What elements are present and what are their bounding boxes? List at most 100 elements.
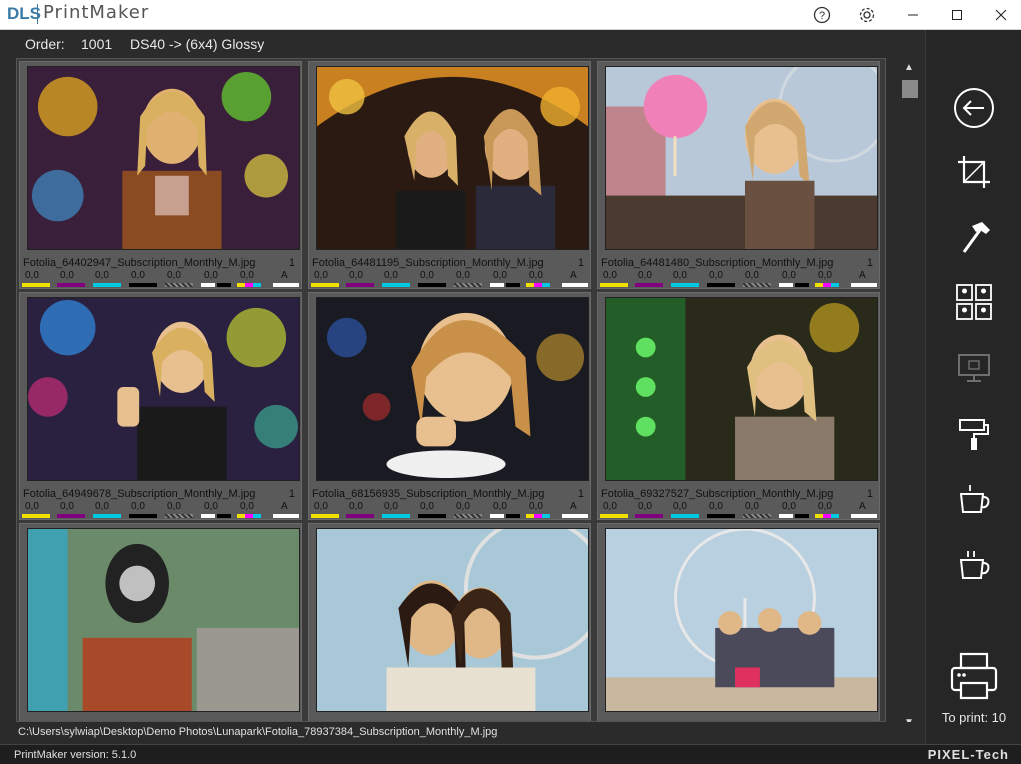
coffee-cup-steam-icon[interactable] <box>950 542 998 590</box>
magenta-bar <box>534 283 542 287</box>
contrast-bar <box>165 514 193 518</box>
contrast-bar <box>743 514 771 518</box>
photo-cell[interactable] <box>308 523 591 721</box>
correction-value[interactable]: 0,0 <box>745 501 759 512</box>
photo-quantity[interactable]: 1 <box>289 488 295 500</box>
correction-auto[interactable]: A <box>281 501 288 512</box>
correction-value[interactable]: 0,0 <box>456 501 470 512</box>
photo-thumbnail[interactable] <box>605 528 878 712</box>
correction-value[interactable]: 0,0 <box>603 501 617 512</box>
photo-filename: Fotolia_64402947_Subscription_Monthly_M.… <box>23 257 256 269</box>
correction-value[interactable]: 0,0 <box>25 270 39 281</box>
correction-value[interactable]: 0,0 <box>529 501 543 512</box>
photo-thumbnail[interactable] <box>27 66 300 250</box>
photo-quantity[interactable]: 1 <box>578 488 584 500</box>
correction-auto[interactable]: A <box>281 270 288 281</box>
correction-value[interactable]: 0,0 <box>709 501 723 512</box>
help-icon[interactable]: ? <box>808 0 836 30</box>
correction-value[interactable]: 0,0 <box>709 270 723 281</box>
yellow-bar <box>22 283 50 287</box>
correction-value[interactable]: 0,0 <box>60 270 74 281</box>
photo-cell[interactable]: Fotolia_64402947_Subscription_Monthly_M.… <box>19 61 302 289</box>
cyan-bar <box>671 283 699 287</box>
photo-thumbnail[interactable] <box>316 297 589 481</box>
correction-value[interactable]: 0,0 <box>818 270 832 281</box>
correction-value[interactable]: 0,0 <box>782 270 796 281</box>
correction-values: 0,0 0,0 0,0 0,0 0,0 0,0 0,0 A <box>598 501 879 513</box>
correction-value[interactable]: 0,0 <box>603 270 617 281</box>
correction-value[interactable]: 0,0 <box>493 270 507 281</box>
photo-thumbnail[interactable] <box>27 528 300 712</box>
correction-value[interactable]: 0,0 <box>240 270 254 281</box>
correction-value[interactable]: 0,0 <box>384 501 398 512</box>
correction-value[interactable]: 0,0 <box>493 501 507 512</box>
correction-value[interactable]: 0,0 <box>240 501 254 512</box>
photo-layout-icon[interactable] <box>950 278 998 326</box>
svg-text:?: ? <box>819 10 825 22</box>
correction-value[interactable]: 0,0 <box>638 270 652 281</box>
correction-value[interactable]: 0,0 <box>167 270 181 281</box>
hammer-icon[interactable] <box>950 214 998 262</box>
correction-value[interactable]: 0,0 <box>673 270 687 281</box>
photo-cell[interactable] <box>19 523 302 721</box>
photo-quantity[interactable]: 1 <box>578 257 584 269</box>
photo-cell[interactable]: Fotolia_69327527_Subscription_Monthly_M.… <box>597 292 880 520</box>
photo-thumbnail[interactable] <box>605 66 878 250</box>
photo-cell[interactable]: Fotolia_64481480_Subscription_Monthly_M.… <box>597 61 880 289</box>
back-arrow-icon[interactable] <box>950 84 998 132</box>
correction-value[interactable]: 0,0 <box>420 501 434 512</box>
correction-auto[interactable]: A <box>859 501 866 512</box>
correction-auto[interactable]: A <box>570 501 577 512</box>
gear-icon[interactable] <box>853 0 881 30</box>
cyan-bar <box>93 514 121 518</box>
magenta-bar <box>635 514 663 518</box>
correction-value[interactable]: 0,0 <box>384 270 398 281</box>
correction-value[interactable]: 0,0 <box>314 270 328 281</box>
paint-roller-icon[interactable] <box>950 410 998 458</box>
photo-grid[interactable]: Fotolia_64402947_Subscription_Monthly_M.… <box>16 58 886 722</box>
photo-thumbnail[interactable] <box>27 297 300 481</box>
correction-value[interactable]: 0,0 <box>349 270 363 281</box>
correction-value[interactable]: 0,0 <box>673 501 687 512</box>
contrast-bar <box>454 514 482 518</box>
photo-cell[interactable]: Fotolia_64481195_Subscription_Monthly_M.… <box>308 61 591 289</box>
photo-quantity[interactable]: 1 <box>867 488 873 500</box>
correction-value[interactable]: 0,0 <box>745 270 759 281</box>
photo-thumbnail[interactable] <box>605 297 878 481</box>
maximize-icon[interactable] <box>942 0 972 30</box>
correction-value[interactable]: 0,0 <box>204 270 218 281</box>
crop-icon[interactable] <box>950 148 998 196</box>
correction-value[interactable]: 0,0 <box>25 501 39 512</box>
correction-auto[interactable]: A <box>859 270 866 281</box>
correction-value[interactable]: 0,0 <box>456 270 470 281</box>
correction-value[interactable]: 0,0 <box>314 501 328 512</box>
photo-cell[interactable]: Fotolia_64949678_Subscription_Monthly_M.… <box>19 292 302 520</box>
correction-value[interactable]: 0,0 <box>95 501 109 512</box>
close-icon[interactable] <box>986 0 1016 30</box>
scroll-up-arrow[interactable]: ▲ <box>904 62 914 73</box>
correction-value[interactable]: 0,0 <box>95 270 109 281</box>
photo-thumbnail[interactable] <box>316 66 589 250</box>
correction-value[interactable]: 0,0 <box>204 501 218 512</box>
correction-value[interactable]: 0,0 <box>818 501 832 512</box>
correction-value[interactable]: 0,0 <box>60 501 74 512</box>
correction-value[interactable]: 0,0 <box>638 501 652 512</box>
correction-auto[interactable]: A <box>570 270 577 281</box>
photo-cell[interactable]: Fotolia_68156935_Subscription_Monthly_M.… <box>308 292 591 520</box>
correction-value[interactable]: 0,0 <box>349 501 363 512</box>
photo-quantity[interactable]: 1 <box>867 257 873 269</box>
printer-icon[interactable] <box>948 650 1000 702</box>
coffee-cup-icon[interactable] <box>950 476 998 524</box>
vertical-scrollbar[interactable]: ▲ ▼ <box>900 58 920 732</box>
correction-value[interactable]: 0,0 <box>167 501 181 512</box>
photo-cell[interactable] <box>597 523 880 721</box>
correction-value[interactable]: 0,0 <box>420 270 434 281</box>
correction-value[interactable]: 0,0 <box>782 501 796 512</box>
correction-value[interactable]: 0,0 <box>131 501 145 512</box>
photo-thumbnail[interactable] <box>316 528 589 712</box>
photo-quantity[interactable]: 1 <box>289 257 295 269</box>
correction-value[interactable]: 0,0 <box>131 270 145 281</box>
scroll-thumb[interactable] <box>902 80 918 98</box>
minimize-icon[interactable] <box>898 0 928 30</box>
correction-value[interactable]: 0,0 <box>529 270 543 281</box>
